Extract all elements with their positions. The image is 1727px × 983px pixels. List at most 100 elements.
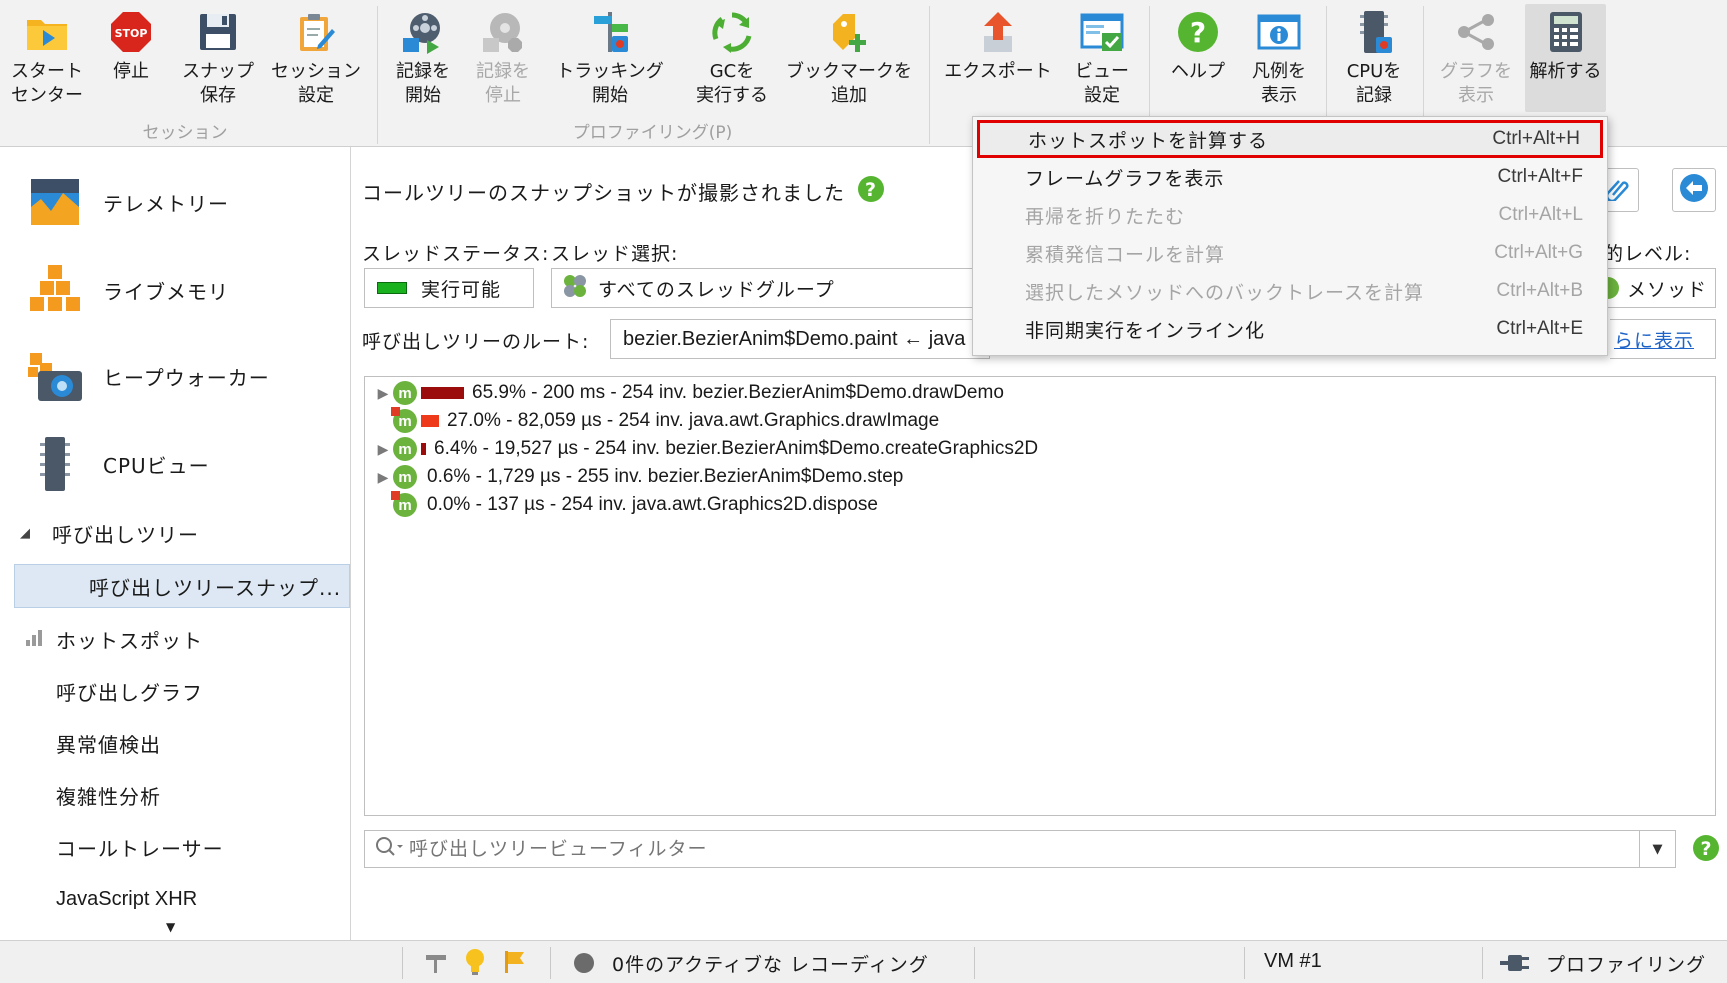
start-recording-button[interactable]: 記録を 開始	[387, 4, 459, 112]
show-more-link[interactable]: らに表示	[1610, 319, 1716, 359]
call-tree-root-label: 呼び出しツリーのルート:	[362, 331, 590, 353]
menu-item-calculate-hotspots[interactable]: ホットスポットを計算する Ctrl+Alt+H	[977, 120, 1603, 158]
status-bar: 0件のアクティブな レコーディング VM #1 プロファイリング	[0, 940, 1727, 983]
row-text: 65.9% - 200 ms - 254 inv. bezier.BezierA…	[472, 382, 1004, 403]
view-settings-button[interactable]: ビュー 設定	[1066, 4, 1138, 112]
show-graph-button[interactable]: グラフを 表示	[1432, 4, 1520, 112]
sidebar-item-call-tree-snapshot[interactable]: 呼び出しツリースナップ...	[14, 564, 350, 608]
svg-text:?: ?	[865, 179, 877, 201]
menu-item-show-flame-graph[interactable]: フレームグラフを表示 Ctrl+Alt+F	[977, 158, 1603, 196]
cpu-chip-icon	[25, 434, 85, 494]
thread-status-select[interactable]: 実行可能	[364, 268, 534, 308]
menu-item-collapse-recursion[interactable]: 再帰を折りたたむ Ctrl+Alt+L	[977, 196, 1603, 234]
runnable-swatch	[377, 282, 407, 294]
sidebar-item-heap-walker[interactable]: ヒープウォーカー	[0, 333, 351, 419]
table-row[interactable]: ▶ m 65.9% - 200 ms - 254 inv. bezier.Bezie…	[373, 379, 1004, 407]
percent-bar	[421, 415, 439, 427]
svg-text:STOP: STOP	[115, 27, 148, 40]
help-question-icon[interactable]: ?	[857, 175, 885, 208]
bar-chart-icon	[26, 627, 56, 651]
bookmark-add-icon	[826, 8, 872, 56]
svg-text:?: ?	[1190, 16, 1206, 49]
sidebar-item-complexity-analysis[interactable]: 複雑性分析	[0, 773, 351, 817]
plug-icon	[1500, 950, 1530, 981]
call-tree-root-field[interactable]: bezier.BezierAnim$Demo.paint ← java	[610, 319, 990, 359]
recycle-icon	[709, 8, 755, 56]
lightbulb-icon[interactable]	[464, 948, 486, 981]
method-icon: m	[393, 437, 417, 461]
status-separator	[1482, 947, 1483, 979]
stop-icon: STOP	[108, 8, 154, 56]
sidebar-item-call-tree[interactable]: ◢ 呼び出しツリー	[0, 511, 351, 555]
expand-arrow-icon[interactable]: ▶	[373, 469, 393, 486]
toolbar-separator	[929, 6, 930, 144]
filter-help-icon[interactable]: ?	[1692, 834, 1720, 867]
start-center-button[interactable]: スタート センター	[4, 4, 90, 112]
thread-status-label: スレッドステータス:	[362, 243, 550, 265]
table-row[interactable]: m 0.0% - 137 µs - 254 inv. java.awt.Graph…	[373, 491, 878, 519]
help-button[interactable]: ? ヘルプ	[1158, 4, 1238, 112]
export-button[interactable]: エクスポート	[937, 4, 1059, 112]
search-icon	[375, 836, 405, 863]
filter-dropdown-arrow-icon[interactable]: ▼	[1639, 831, 1675, 867]
filter-input[interactable]	[409, 838, 1509, 860]
table-row[interactable]: m 27.0% - 82,059 µs - 254 inv. java.awt.G…	[373, 407, 939, 435]
aggregation-level-select[interactable]: メソッド	[1604, 268, 1716, 308]
graph-nodes-icon	[1453, 8, 1499, 56]
analyze-button[interactable]: 解析する	[1525, 4, 1606, 112]
percent-bar	[421, 387, 464, 399]
session-group-label: セッション	[142, 123, 228, 143]
arrow-left-icon	[1679, 173, 1709, 208]
telemetry-icon	[25, 172, 85, 232]
sidebar-item-live-memory[interactable]: ライブメモリ	[0, 247, 351, 333]
session-settings-button[interactable]: セッション 設定	[266, 4, 366, 112]
call-tree-view[interactable]: ▶ m 65.9% - 200 ms - 254 inv. bezier.Bezie…	[364, 376, 1716, 816]
analyze-menu: ホットスポットを計算する Ctrl+Alt+H フレームグラフを表示 Ctrl+Al…	[972, 116, 1608, 356]
sidebar-item-telemetry[interactable]: テレメトリー	[0, 159, 351, 245]
stacked-cubes-icon	[25, 260, 85, 320]
menu-item-inline-async[interactable]: 非同期実行をインライン化 Ctrl+Alt+E	[977, 310, 1603, 348]
stop-button[interactable]: STOP 停止	[94, 4, 168, 112]
sidebar-item-hotspots[interactable]: ホットスポット	[0, 617, 351, 661]
export-arrow-icon	[975, 8, 1021, 56]
status-separator	[550, 947, 551, 979]
sidebar-item-cpu-view[interactable]: CPUビュー	[0, 421, 351, 507]
flag-icon[interactable]	[502, 949, 528, 980]
thread-select-dropdown[interactable]: すべてのスレッドグループ	[551, 268, 981, 308]
table-row[interactable]: ▶ m 0.6% - 1,729 µs - 255 inv. bezier.Bezi…	[373, 463, 903, 491]
snapshot-save-button[interactable]: スナップ 保存	[176, 4, 260, 112]
sidebar-item-outlier-detection[interactable]: 異常値検出	[0, 721, 351, 765]
show-legend-button[interactable]: 凡例を 表示	[1244, 4, 1314, 112]
aggregation-level-label: 的レベル:	[1604, 243, 1692, 265]
expand-arrow-icon[interactable]: ▶	[373, 441, 393, 458]
back-button[interactable]	[1672, 168, 1716, 212]
status-separator	[974, 947, 975, 979]
run-gc-button[interactable]: GCを 実行する	[680, 4, 784, 112]
menu-item-backtraces-to-method[interactable]: 選択したメソッドへのバックトレースを計算 Ctrl+Alt+B	[977, 272, 1603, 310]
stop-recording-button[interactable]: 記録を 停止	[467, 4, 539, 112]
cpu-record-icon	[1351, 8, 1397, 56]
method-icon: m	[393, 465, 417, 489]
row-text: 27.0% - 82,059 µs - 254 inv. java.awt.Gr…	[447, 410, 940, 431]
status-separator	[402, 947, 403, 979]
clipboard-pencil-icon	[293, 8, 339, 56]
profiling-status: プロファイリング	[1546, 954, 1707, 976]
menu-item-cumulated-outgoing-calls[interactable]: 累積発信コールを計算 Ctrl+Alt+G	[977, 234, 1603, 272]
add-bookmark-button[interactable]: ブックマークを 追加	[784, 4, 914, 112]
toolbar-separator	[377, 6, 378, 144]
pin-icon[interactable]	[424, 949, 450, 980]
record-cpu-button[interactable]: CPUを 記録	[1334, 4, 1414, 112]
sidebar-item-call-graph[interactable]: 呼び出しグラフ	[0, 669, 351, 713]
tracking-icon	[587, 8, 633, 56]
scroll-down-icon[interactable]: ▼	[166, 920, 175, 934]
help-question-icon: ?	[1175, 8, 1221, 56]
start-tracking-button[interactable]: トラッキング 開始	[551, 4, 669, 112]
sidebar-item-call-tracer[interactable]: コールトレーサー	[0, 825, 351, 869]
table-row[interactable]: ▶ m 6.4% - 19,527 µs - 254 inv. bezier.Bez…	[373, 435, 1038, 463]
expand-arrow-icon[interactable]: ▶	[373, 385, 393, 402]
call-tree-filter[interactable]: ▼	[364, 830, 1676, 868]
film-reel-record-icon	[400, 8, 446, 56]
sidebar-item-javascript-xhr[interactable]: JavaScript XHR	[0, 877, 351, 921]
row-text: 6.4% - 19,527 µs - 254 inv. bezier.Bezie…	[434, 438, 1039, 459]
thread-select-label: スレッド選択:	[551, 243, 679, 265]
